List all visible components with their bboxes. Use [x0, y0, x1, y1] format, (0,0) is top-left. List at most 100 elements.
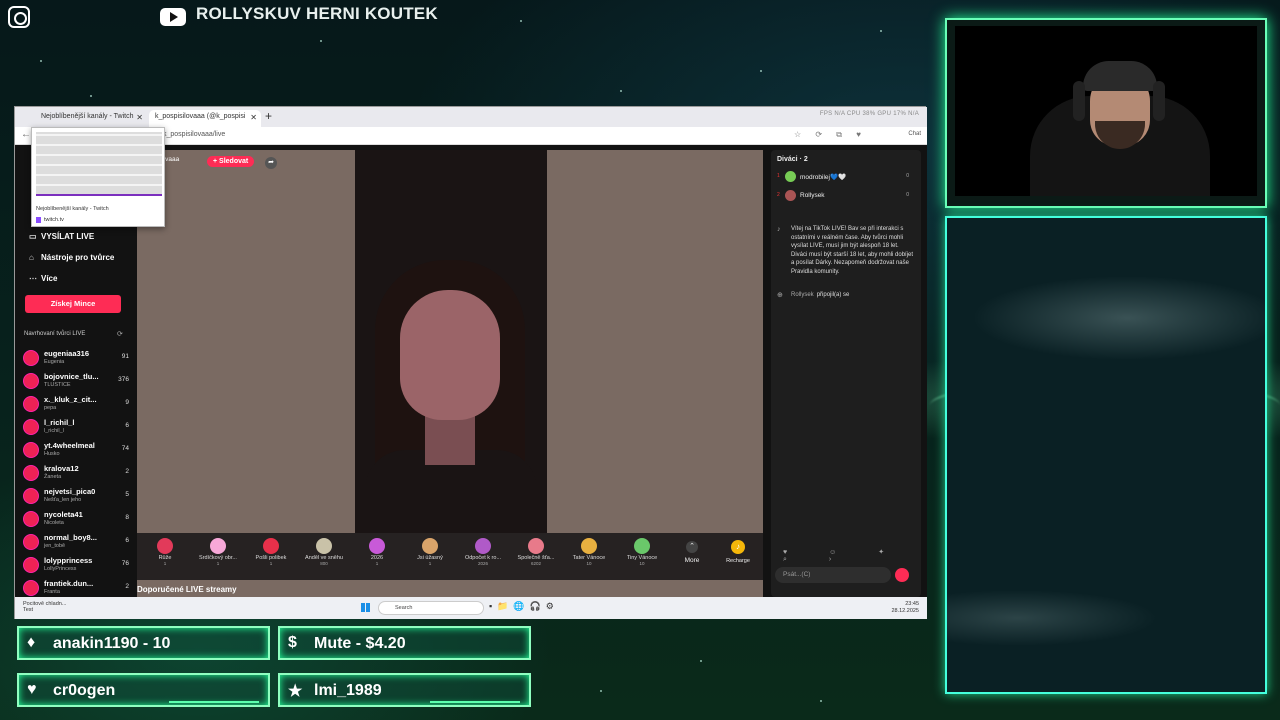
drop-icon: ♦ — [27, 634, 36, 651]
star-icon: ★ — [288, 683, 303, 700]
gift-item[interactable]: Anděl ve sněhu 800 — [300, 533, 348, 580]
live-video[interactable] — [355, 150, 547, 533]
gift-icon — [634, 538, 650, 554]
more-gifts-button[interactable]: ⌃ More — [677, 533, 707, 580]
windows-start-icon[interactable] — [361, 603, 370, 612]
creator-row[interactable]: yt.4wheelmeal Husko 74 — [23, 439, 133, 461]
youtube-icon — [160, 8, 186, 26]
creator-row[interactable]: l_richil_l l_richil_l 6 — [23, 416, 133, 438]
gift-item[interactable]: Společně šťa... 6202 — [512, 533, 560, 580]
clock-date: 28.12.2025 — [891, 608, 919, 614]
close-icon[interactable]: ✕ — [136, 113, 143, 122]
new-tab-button[interactable]: + — [265, 109, 272, 123]
welcome-message: Vítej na TikTok LIVE! Bav se při interak… — [791, 226, 914, 275]
gift-bar: Růže 1 Srdíčkový obr... 1 Pošli polibek 1 Andě… — [137, 533, 763, 580]
tab-preview-url: twitch.tv — [44, 217, 64, 223]
taskbar-search[interactable]: Search — [378, 601, 484, 615]
creator-row[interactable]: kralova12 Žaneta 2 — [23, 462, 133, 484]
creator-row[interactable]: lolypprincess LollyPrincess 76 — [23, 554, 133, 576]
like-heart-button[interactable] — [895, 568, 909, 582]
gift-item[interactable]: 2026 1 — [353, 533, 401, 580]
tab-twitch[interactable]: Nejoblíbenější kanály - Twitch ✕ — [35, 110, 147, 127]
gift-icon — [475, 538, 491, 554]
viewer-row[interactable]: 1 modrobilej💙🤍 0 — [777, 171, 915, 185]
gift-item[interactable]: Tater Vánoce 10 — [565, 533, 613, 580]
toolbar-icons[interactable]: ☆ ⟳ ⧉ ♥ — [794, 130, 867, 140]
creator-row[interactable]: bojovnice_tlu... TLUSTICE 376 — [23, 370, 133, 392]
system-tray[interactable]: 23:45 28.12.2025 — [891, 601, 919, 615]
gift-item[interactable]: Tiny Vánoce 10 — [618, 533, 666, 580]
gift-item[interactable]: Odpočet k ro... 2026 — [459, 533, 507, 580]
gift-item[interactable]: Jsi úžasný 1 — [406, 533, 454, 580]
gift-icon — [316, 538, 332, 554]
join-message: Rollysek připojil(a) se — [791, 292, 850, 298]
avatar — [23, 350, 39, 366]
avatar — [785, 190, 796, 201]
gift-icon — [210, 538, 226, 554]
url-field[interactable]: k_pospisilovaaa/live — [163, 131, 225, 138]
viewer-row[interactable]: 2 Rollysek 0 — [777, 190, 915, 204]
creator-row[interactable]: nycoleta41 Nicoleta 8 — [23, 508, 133, 530]
windows-taskbar: Pocitově chladn... Test Search ▪📁🌐🎧⚙ 23:… — [15, 597, 927, 619]
sidebar-item-more[interactable]: ⋯ Více — [29, 274, 57, 283]
avatar — [785, 171, 796, 182]
weather-widget[interactable]: Pocitově chladn... Test — [23, 601, 66, 613]
chat-quick-icons[interactable]: ♥ ☺ ✦ ⌕ › — [783, 548, 921, 564]
progress-bar — [430, 701, 520, 703]
creator-row[interactable]: eugeniaa316 Eugenia 91 — [23, 347, 133, 369]
viewers-heading: Diváci · 2 — [777, 156, 808, 163]
avatar — [23, 580, 39, 596]
gift-item[interactable]: Pošli polibek 1 — [247, 533, 295, 580]
refresh-icon[interactable]: ⟳ — [117, 330, 123, 338]
creator-row[interactable]: normal_boy8... jen_tobě 6 — [23, 531, 133, 553]
avatar — [23, 396, 39, 412]
gift-item[interactable]: Srdíčkový obr... 1 — [194, 533, 242, 580]
coin-icon: ♪ — [731, 540, 745, 554]
avatar — [23, 465, 39, 481]
creator-row[interactable]: frantiek.dun... Franta 2 — [23, 577, 133, 597]
chat-input[interactable]: Psát...(C) — [775, 567, 891, 583]
tab-tiktok[interactable]: k_pospisilovaaa (@k_pospisi ✕ — [149, 110, 261, 127]
back-icon[interactable]: ← — [21, 129, 31, 140]
clock-time: 23:45 — [905, 601, 919, 607]
gift-icon — [528, 538, 544, 554]
recharge-button[interactable]: ♪ Recharge — [715, 533, 761, 580]
get-coins-button[interactable]: Získej Mince — [25, 295, 121, 313]
avatar — [23, 442, 39, 458]
chat-button[interactable]: Chat — [908, 131, 921, 137]
home-icon: ⌂ — [29, 253, 34, 262]
taskbar-app-icons[interactable]: ▪📁🌐🎧⚙ — [489, 601, 559, 612]
alert-panel — [945, 216, 1267, 694]
suggested-heading: Navrhovaní tvůrci LIVE — [24, 331, 86, 337]
webcam-feed — [955, 26, 1257, 196]
alert-star: ★ lmi_1989 — [278, 673, 531, 707]
sidebar-item-go-live[interactable]: ▭ VYSÍLAT LIVE — [29, 232, 94, 241]
tab-preview-thumbnail — [36, 132, 162, 196]
avatar — [23, 488, 39, 504]
close-icon[interactable]: ✕ — [250, 113, 257, 122]
avatar — [23, 511, 39, 527]
live-stage: k_pospisilovaaa + Sledovat ➦ Růže1Srdíčk… — [133, 150, 763, 597]
live-icon: ▭ — [29, 232, 37, 241]
tiktok-icon: ♪ — [777, 226, 781, 233]
tab-preview-title: Nejoblíbenější kanály - Twitch — [36, 206, 109, 212]
twitch-icon — [36, 217, 41, 223]
avatar — [23, 419, 39, 435]
join-icon: ⊕ — [777, 292, 783, 299]
gift-icon — [581, 538, 597, 554]
tab-bar: Nejoblíbenější kanály - Twitch ✕ k_pospi… — [15, 107, 927, 127]
creator-row[interactable]: nejvetsi_pica0 Nešťa_len jeho 5 — [23, 485, 133, 507]
dollar-icon: $ — [288, 634, 297, 651]
creator-row[interactable]: x._kluk_z_cit... pepa 9 — [23, 393, 133, 415]
browser-window: Nejoblíbenější kanály - Twitch ✕ k_pospi… — [14, 106, 927, 619]
chevron-up-icon: ⌃ — [686, 541, 698, 553]
alert-follower: ♦ anakin1190 - 10 — [17, 626, 270, 660]
sidebar-item-creator-tools[interactable]: ⌂ Nástroje pro tvůrce — [29, 253, 114, 262]
gift-icon — [263, 538, 279, 554]
follow-button[interactable]: + Sledovat — [207, 156, 255, 167]
recommended-heading: Doporučené LIVE streamy — [137, 585, 237, 594]
share-icon[interactable]: ➦ — [265, 157, 277, 169]
gift-icon — [369, 538, 385, 554]
tab-title: Nejoblíbenější kanály - Twitch — [41, 113, 134, 120]
gift-item[interactable]: Růže 1 — [141, 533, 189, 580]
